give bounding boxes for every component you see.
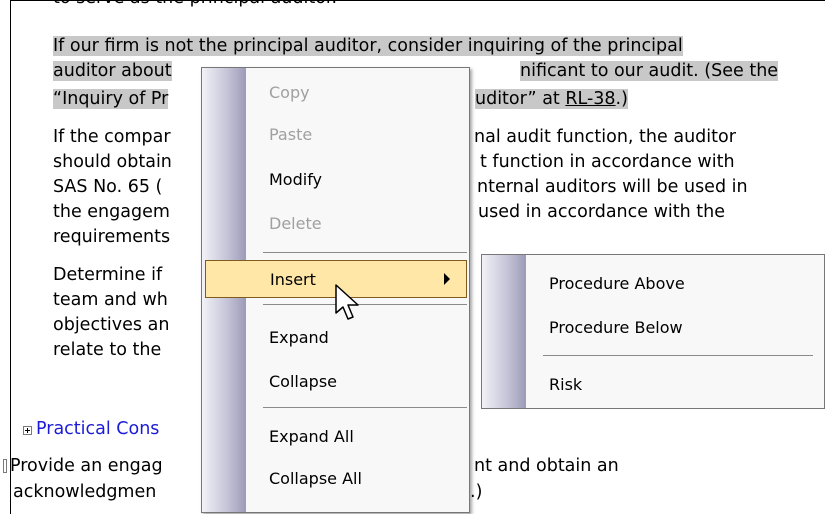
menu-item-paste[interactable]: Paste [246,116,468,154]
menu-item-insert-label: Insert [270,270,316,289]
frame-left-border [10,0,11,514]
p1-line3-right[interactable]: uditor” at RL-38.) [475,88,628,111]
menu-item-expand-all[interactable]: Expand All [246,418,468,456]
mouse-cursor-icon [335,284,359,320]
menu-item-collapse[interactable]: Collapse [246,363,468,401]
menu-item-modify[interactable]: Modify [246,161,468,199]
submenu-item-risk[interactable]: Risk [526,366,821,404]
p4-line2-end: .) [470,482,483,502]
p1-line1[interactable]: If our firm is not the principal auditor… [53,35,683,58]
p2-line1b: nal audit function, the auditor [474,127,736,147]
menu-item-copy[interactable]: Copy [246,74,468,112]
p2-line2a: should obtain [53,152,172,172]
p2-line4a: the engagem [53,202,170,222]
p1-line2a[interactable]: auditor about [53,61,172,81]
menu-separator [263,407,467,408]
insert-submenu: Procedure Above Procedure Below Risk [481,254,825,409]
checkbox-icon[interactable] [3,459,7,473]
rl-38-link[interactable]: RL-38 [565,89,615,109]
p2-line5a: requirements [53,227,171,247]
p2-line1a: If the compar [53,127,171,147]
p4-line1a: Provide an engag [10,456,163,476]
submenu-item-procedure-below[interactable]: Procedure Below [526,309,821,347]
p1-line3a[interactable]: “Inquiry of Pr [53,89,169,109]
p3-line1a: Determine if [53,265,163,285]
expand-plus-icon[interactable] [23,426,32,435]
practical-considerations-link[interactable]: Practical Cons [36,418,159,441]
submenu-item-procedure-above[interactable]: Procedure Above [526,265,821,303]
p1-line2b[interactable]: nificant to our audit. (See the [520,61,779,81]
menu-separator [263,252,467,253]
p1-line3-end: .) [615,89,628,109]
submenu-icon-gutter [482,255,526,408]
p2-line2b: t function in accordance with [480,152,735,172]
p2-line3a: SAS No. 65 ( [53,177,163,197]
p2-line3b: nternal auditors will be used in [477,177,748,197]
p1-line1-text[interactable]: If our firm is not the principal auditor… [53,36,683,56]
menu-item-collapse-all[interactable]: Collapse All [246,460,468,498]
p1-line3b: uditor” at [475,89,560,109]
p1-line2-left[interactable]: auditor about [53,60,172,83]
p3-line4a: relate to the [53,340,162,360]
menu-item-delete[interactable]: Delete [246,205,468,243]
submenu-separator [543,355,813,356]
p1-line2-right[interactable]: nificant to our audit. (See the [520,60,779,83]
p4-line1b: nt and obtain an [474,456,619,476]
p2-line4b: used in accordance with the [478,202,726,222]
submenu-arrow-icon [444,273,450,285]
p4-line2a: acknowledgmen [13,482,157,502]
cut-line: to serve as the principal auditor. [53,0,337,10]
cut-line-clip: to serve as the principal auditor. [0,0,825,10]
p3-line2a: team and wh [53,290,168,310]
p3-line3a: objectives an [53,315,170,335]
p1-line3-left[interactable]: “Inquiry of Pr [53,88,169,111]
